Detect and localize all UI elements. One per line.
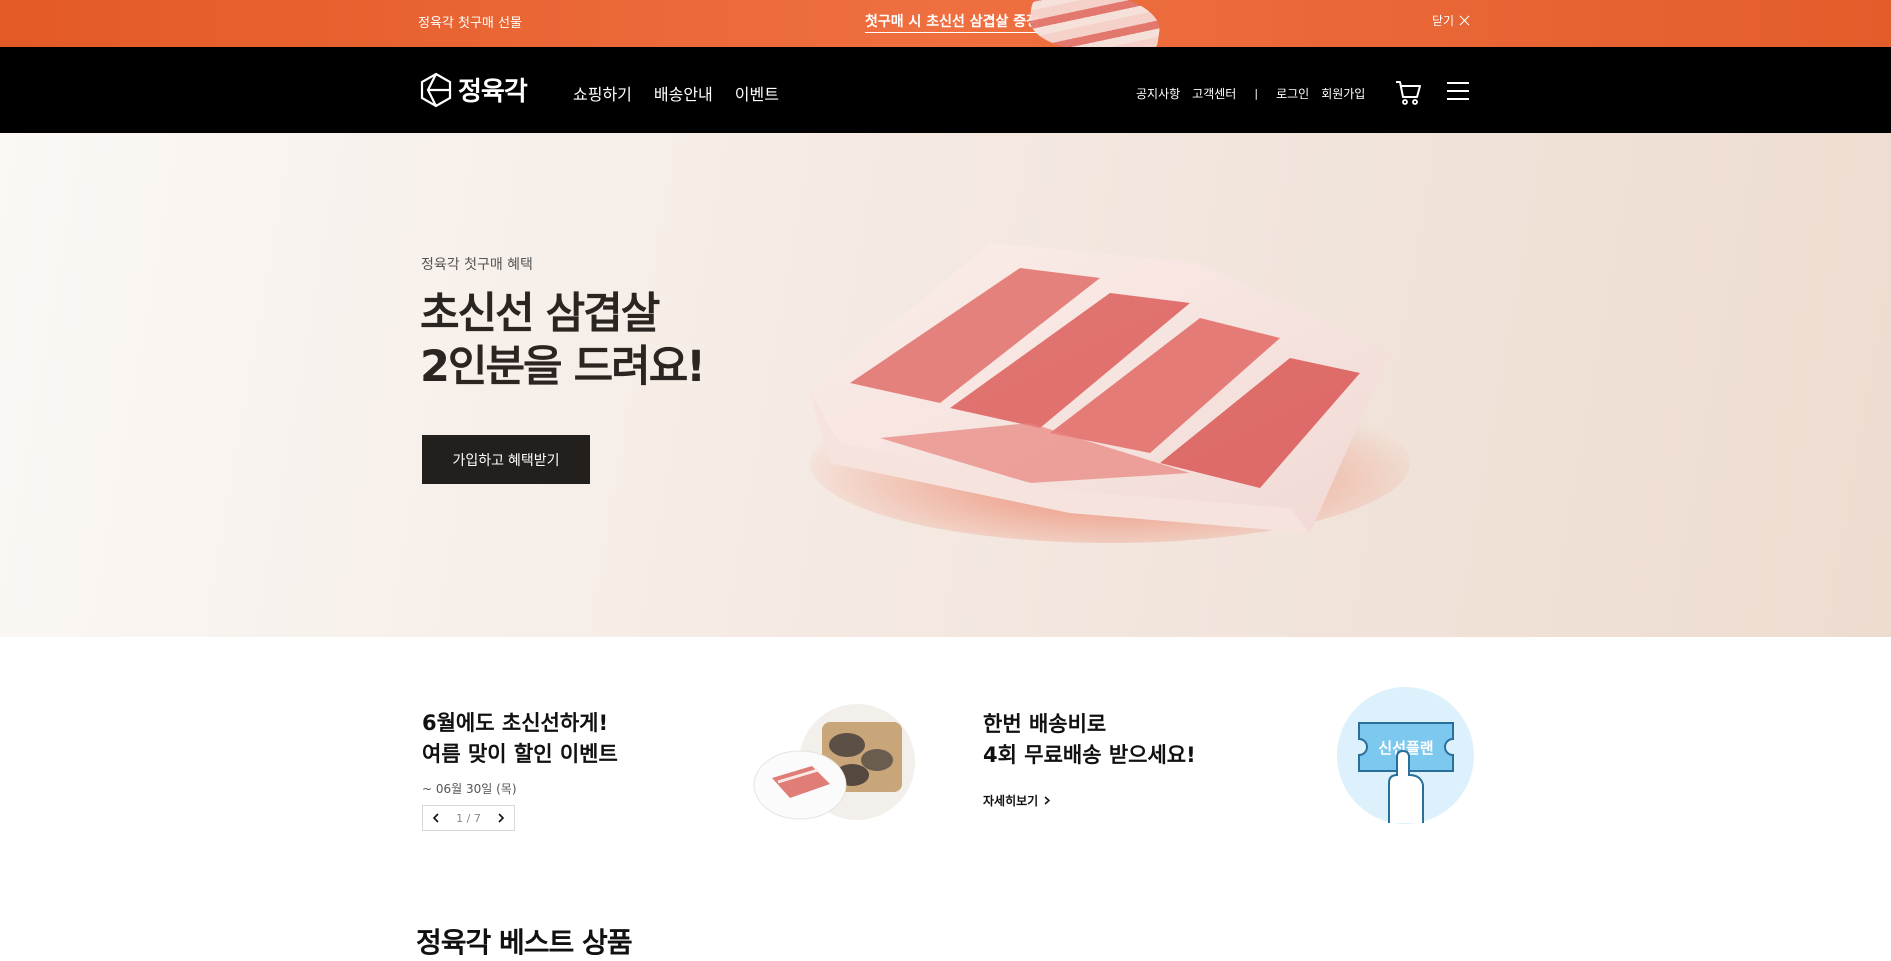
customer-center-link[interactable]: 고객센터 [1192, 85, 1236, 102]
hero-title: 초신선 삼겹살 2인분을 드려요! [420, 288, 706, 394]
utility-nav: 공지사항 고객센터 | 로그인 회원가입 [1136, 85, 1365, 102]
cart-icon[interactable] [1394, 78, 1422, 106]
promo-banner: 정육각 첫구매 선물 첫구매 시 초신선 삼겹살 증정 닫기 [0, 0, 1891, 47]
nav-event[interactable]: 이벤트 [735, 81, 779, 105]
pork-belly-image [810, 243, 1410, 543]
chevron-right-icon [498, 813, 505, 823]
site-header: 정육각 쇼핑하기 배송안내 이벤트 공지사항 고객센터 | 로그인 회원가입 [0, 47, 1891, 133]
event-title-line-2: 여름 맞이 할인 이벤트 [422, 742, 618, 766]
shipping-more-label: 자세히보기 [983, 794, 1039, 808]
hero-subtitle: 정육각 첫구매 혜택 [421, 257, 533, 273]
hero-title-line-2: 2인분을 드려요! [420, 342, 706, 392]
fresh-plan-badge[interactable]: 신선플랜 [1337, 687, 1474, 824]
promo-meat-image [1026, 0, 1164, 47]
pager-prev-button[interactable] [429, 811, 443, 825]
promo-close-label: 닫기 [1432, 14, 1455, 28]
promo-close-button[interactable]: 닫기 [1432, 12, 1470, 29]
logo[interactable]: 정육각 [420, 71, 528, 108]
main-nav: 쇼핑하기 배송안내 이벤트 [573, 81, 779, 105]
shipping-more-link[interactable]: 자세히보기 [983, 792, 1051, 809]
logo-icon [420, 72, 452, 107]
logo-text: 정육각 [458, 77, 528, 107]
signup-link[interactable]: 회원가입 [1321, 85, 1365, 102]
pager-count: 1 / 7 [456, 811, 481, 825]
event-date: ~ 06월 30일 (목) [422, 782, 517, 796]
notice-link[interactable]: 공지사항 [1136, 85, 1180, 102]
pager-next-button[interactable] [494, 811, 508, 825]
chevron-left-icon [432, 813, 439, 823]
hero-title-line-1: 초신선 삼겹살 [420, 289, 660, 339]
best-products-title: 정육각 베스트 상품 [416, 926, 633, 959]
event-pager: 1 / 7 [422, 805, 515, 831]
event-title-line-1: 6월에도 초신선하게! [422, 711, 609, 735]
shipping-title: 한번 배송비로 4회 무료배송 받으세요! [983, 709, 1196, 771]
nav-shopping[interactable]: 쇼핑하기 [573, 81, 632, 105]
event-food-image[interactable] [752, 700, 922, 825]
promo-left-text: 정육각 첫구매 선물 [418, 16, 522, 31]
promo-link[interactable]: 첫구매 시 초신선 삼겹살 증정 [865, 11, 1040, 33]
nav-delivery[interactable]: 배송안내 [654, 81, 713, 105]
shipping-title-line-1: 한번 배송비로 [983, 712, 1107, 736]
menu-icon[interactable] [1446, 81, 1470, 101]
hero-banner: 정육각 첫구매 혜택 초신선 삼겹살 2인분을 드려요! 가입하고 혜택받기 [0, 133, 1891, 637]
signup-benefit-button[interactable]: 가입하고 혜택받기 [422, 435, 590, 484]
chevron-right-icon [1044, 796, 1051, 805]
util-separator: | [1254, 87, 1259, 100]
event-title: 6월에도 초신선하게! 여름 맞이 할인 이벤트 [422, 708, 618, 770]
shipping-title-line-2: 4회 무료배송 받으세요! [983, 743, 1196, 767]
login-link[interactable]: 로그인 [1276, 85, 1309, 102]
close-icon [1459, 15, 1470, 26]
